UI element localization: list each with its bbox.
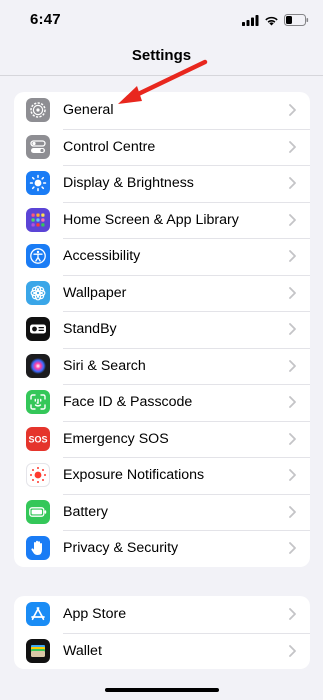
settings-row-label: Home Screen & App Library [63, 211, 239, 228]
chevron-right-icon [289, 644, 296, 657]
app-store-icon [26, 602, 50, 627]
toggles-icon [26, 134, 50, 159]
settings-row-app-store[interactable]: App Store [14, 596, 310, 633]
settings-row-display-brightness[interactable]: Display & Brightness [14, 165, 310, 202]
settings-row-label: General [63, 102, 114, 119]
settings-row-label: Wallpaper [63, 284, 127, 301]
settings-row-label: StandBy [63, 321, 117, 338]
standby-icon [26, 317, 50, 342]
settings-row-face-id[interactable]: Face ID & Passcode [14, 384, 310, 421]
chevron-right-icon [289, 542, 296, 555]
svg-text:SOS: SOS [28, 434, 47, 444]
signal-icon [242, 14, 259, 26]
settings-row-exposure[interactable]: Exposure Notifications [14, 457, 310, 494]
chevron-right-icon [289, 608, 296, 621]
chevron-right-icon [289, 177, 296, 190]
settings-row-wallet[interactable]: Wallet [14, 632, 310, 670]
settings-row-label: App Store [63, 606, 127, 623]
home-indicator[interactable] [105, 688, 219, 692]
settings-group-store: App Store Wallet [14, 596, 310, 669]
sun-icon [26, 171, 50, 196]
exposure-icon [26, 463, 50, 488]
wifi-icon [265, 16, 278, 25]
chevron-right-icon [289, 323, 296, 336]
sos-icon: SOS [26, 426, 50, 451]
settings-row-siri-search[interactable]: Siri & Search [14, 347, 310, 385]
chevron-right-icon [289, 359, 296, 372]
settings-row-label: Battery [63, 503, 108, 520]
settings-row-label: Privacy & Security [63, 540, 179, 557]
accessibility-icon [26, 244, 50, 269]
annotation-arrow-icon [118, 59, 208, 104]
settings-row-label: Siri & Search [63, 357, 146, 374]
chevron-right-icon [289, 140, 296, 153]
settings-row-emergency-sos[interactable]: SOS Emergency SOS [14, 420, 310, 458]
settings-row-label: Control Centre [63, 138, 156, 155]
settings-group-main: General Control Centre Display & Brightn… [14, 92, 310, 567]
siri-icon [26, 353, 50, 378]
settings-row-label: Exposure Notifications [63, 467, 205, 484]
chevron-right-icon [289, 250, 296, 263]
chevron-right-icon [289, 213, 296, 226]
chevron-right-icon [289, 286, 296, 299]
settings-row-home-screen[interactable]: Home Screen & App Library [14, 201, 310, 239]
settings-row-battery[interactable]: Battery [14, 493, 310, 531]
settings-row-accessibility[interactable]: Accessibility [14, 238, 310, 275]
flower-icon [26, 280, 50, 305]
battery-icon [26, 499, 50, 524]
settings-row-control-centre[interactable]: Control Centre [14, 128, 310, 166]
status-icons [242, 13, 309, 27]
settings-row-label: Face ID & Passcode [63, 394, 193, 411]
face-id-icon [26, 390, 50, 415]
settings-row-label: Wallet [63, 642, 102, 659]
app-grid-icon [26, 207, 50, 232]
settings-row-label: Accessibility [63, 248, 141, 265]
battery-icon [284, 14, 309, 26]
status-bar: 6:47 [0, 0, 323, 40]
chevron-right-icon [289, 432, 296, 445]
chevron-right-icon [289, 104, 296, 117]
gear-icon [26, 98, 50, 123]
settings-row-privacy-security[interactable]: Privacy & Security [14, 530, 310, 567]
status-time: 6:47 [30, 11, 61, 28]
chevron-right-icon [289, 505, 296, 518]
hand-icon [26, 536, 50, 561]
chevron-right-icon [289, 396, 296, 409]
settings-row-label: Display & Brightness [63, 175, 194, 192]
settings-row-wallpaper[interactable]: Wallpaper [14, 274, 310, 312]
settings-row-label: Emergency SOS [63, 430, 169, 447]
chevron-right-icon [289, 469, 296, 482]
settings-row-standby[interactable]: StandBy [14, 311, 310, 348]
wallet-icon [26, 638, 50, 663]
